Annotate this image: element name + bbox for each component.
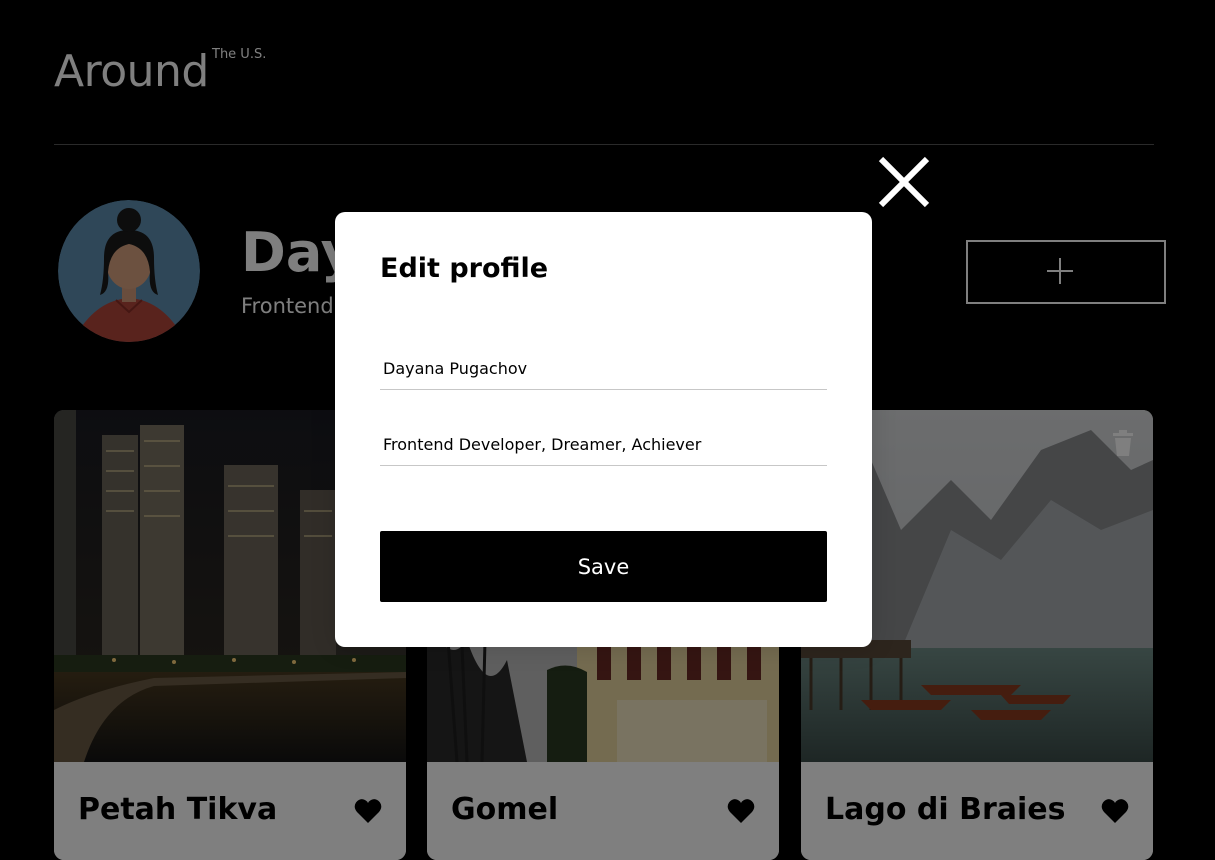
modal-title: Edit profile (380, 253, 549, 284)
save-button[interactable]: Save (380, 531, 827, 602)
edit-profile-modal: Edit profile Save (335, 212, 872, 647)
close-icon (878, 156, 930, 208)
name-input[interactable] (380, 353, 827, 390)
close-button[interactable] (876, 154, 932, 210)
page: Around The U.S. Dayana Pugachov Frontend… (0, 0, 1215, 860)
about-input[interactable] (380, 429, 827, 466)
